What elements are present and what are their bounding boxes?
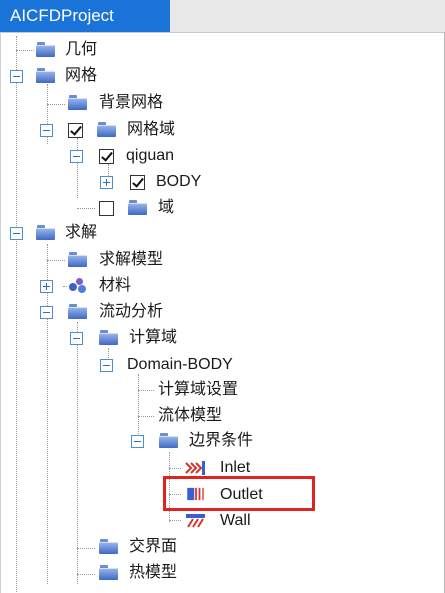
tree-item-label: 网格 [65, 67, 98, 84]
tree-item-label: 边界条件 [189, 432, 254, 449]
tree-item-geometry[interactable]: 几何 [1, 37, 201, 63]
tree-item-label: 流动分析 [99, 303, 164, 320]
collapse-icon[interactable] [70, 150, 83, 163]
tree-item-mesh[interactable]: 网格 [1, 63, 201, 89]
tree-item-wall[interactable]: Wall [1, 508, 281, 534]
tree-item-label: Wall [220, 512, 251, 529]
tree-item-label: 计算域 [129, 329, 178, 346]
expand-icon[interactable] [40, 280, 53, 293]
folder-icon [159, 433, 179, 448]
folder-icon [97, 122, 117, 137]
tree-item-compute-domain-settings[interactable]: 计算域设置 [1, 377, 261, 403]
tree-item-fluid-model[interactable]: 流体模型 [1, 403, 261, 429]
project-header: AICFDProject [0, 0, 445, 32]
tree-item-label: 交界面 [129, 538, 178, 555]
folder-icon [68, 252, 88, 267]
tree-item-flow-analysis[interactable]: 流动分析 [1, 299, 221, 325]
tree-item-boundary-conditions[interactable]: 边界条件 [1, 428, 281, 454]
qiguan-checkbox[interactable] [99, 149, 114, 164]
tree-item-label: 背景网格 [99, 94, 164, 111]
expand-icon[interactable] [100, 176, 113, 189]
tree-item-domain-body[interactable]: Domain-BODY [1, 352, 261, 378]
tree-item-label: 求解模型 [99, 251, 164, 268]
tree-item-interface[interactable]: 交界面 [1, 534, 221, 560]
folder-icon [68, 95, 88, 110]
collapse-icon[interactable] [40, 306, 53, 319]
tree-item-domain[interactable]: 域 [1, 195, 221, 221]
tree-item-label: Domain-BODY [127, 356, 233, 373]
tree-item-label: 几何 [65, 41, 98, 58]
tree-item-solve-model[interactable]: 求解模型 [1, 247, 221, 273]
tree-item-label: 计算域设置 [158, 381, 239, 398]
folder-icon [99, 565, 119, 580]
collapse-icon[interactable] [131, 435, 144, 448]
tree-item-background-mesh[interactable]: 背景网格 [1, 90, 221, 116]
wall-icon [186, 514, 205, 528]
collapse-icon[interactable] [40, 124, 53, 137]
folder-icon [68, 304, 88, 319]
collapse-icon[interactable] [100, 359, 113, 372]
mesh-domain-checkbox[interactable] [68, 123, 83, 138]
folder-icon [99, 539, 119, 554]
collapse-icon[interactable] [10, 70, 23, 83]
folder-icon [99, 330, 119, 345]
tree-item-solve[interactable]: 求解 [1, 220, 201, 246]
tree-item-label: qiguan [126, 147, 175, 164]
tree-item-label: 域 [158, 199, 175, 216]
domain-checkbox[interactable] [99, 201, 114, 216]
tree-item-label: 材料 [99, 277, 132, 294]
tree-item-body[interactable]: BODY [1, 169, 221, 195]
folder-icon [36, 225, 56, 240]
folder-icon [36, 42, 56, 57]
tree-item-thermal-model[interactable]: 热模型 [1, 560, 221, 586]
tree-item-label: 流体模型 [158, 407, 223, 424]
tree-item-label: 网格域 [127, 121, 176, 138]
tree-item-label: 求解 [65, 224, 98, 241]
outlet-highlight-box [163, 476, 315, 511]
tree-item-compute-domain[interactable]: 计算域 [1, 325, 221, 351]
tree-item-qiguan[interactable]: qiguan [1, 143, 221, 169]
tree-item-material[interactable]: 材料 [1, 273, 221, 299]
collapse-icon[interactable] [70, 332, 83, 345]
tree-item-label: BODY [156, 173, 202, 190]
inlet-icon [185, 461, 205, 475]
collapse-icon[interactable] [10, 227, 23, 240]
tree-item-label: 热模型 [129, 564, 178, 581]
tree-item-mesh-domain[interactable]: 网格域 [1, 117, 221, 143]
folder-icon [36, 68, 56, 83]
material-icon [69, 278, 87, 294]
body-checkbox[interactable] [130, 175, 145, 190]
project-tab[interactable]: AICFDProject [0, 0, 170, 32]
folder-icon [128, 200, 148, 215]
